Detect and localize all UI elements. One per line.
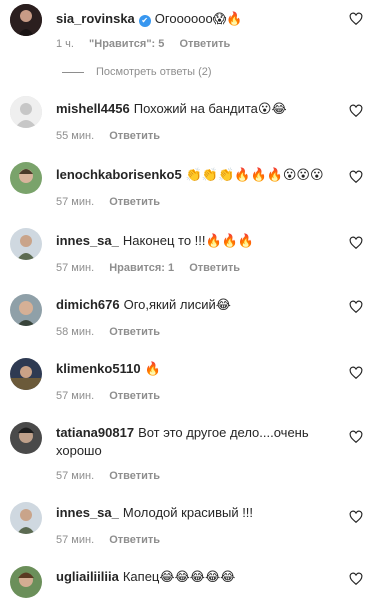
avatar[interactable] (10, 4, 42, 36)
reply-button[interactable]: Ответить (109, 534, 160, 546)
reply-button[interactable]: Ответить (109, 326, 160, 338)
comment-emoji: 🔥 (144, 362, 161, 377)
view-replies-link[interactable]: Посмотреть ответы (2) (62, 66, 212, 78)
comment-emoji: 😂 (215, 298, 231, 313)
comment-time: 55 мин. (56, 130, 95, 142)
view-replies-label: Посмотреть ответы (2) (96, 66, 212, 78)
reply-button[interactable]: Ответить (109, 390, 160, 402)
avatar[interactable] (10, 422, 42, 454)
comment-time: 1 ч. (56, 38, 74, 50)
comment-emoji: 👏👏👏🔥🔥🔥😮😮😮 (185, 168, 324, 183)
comment-meta: 1 ч. "Нравится": 5 Ответить (56, 38, 242, 50)
comment-meta: 55 мин. Ответить (56, 130, 172, 142)
comment-username[interactable]: innes_sa_ (56, 505, 119, 520)
comment-meta: 57 мин. Ответить (56, 390, 172, 402)
heart-outline-icon[interactable] (349, 572, 363, 586)
likes-count[interactable]: Нравится: 1 (109, 262, 174, 274)
comment-meta: 57 мин. Ответить (56, 470, 172, 482)
likes-count[interactable]: "Нравится": 5 (89, 38, 164, 50)
heart-outline-icon[interactable] (349, 430, 363, 444)
avatar[interactable] (10, 162, 42, 194)
comment-username[interactable]: mishell4456 (56, 101, 130, 116)
reply-button[interactable]: Ответить (109, 130, 160, 142)
avatar[interactable] (10, 502, 42, 534)
heart-outline-icon[interactable] (349, 300, 363, 314)
heart-outline-icon[interactable] (349, 510, 363, 524)
comment-text: Похожий на бандита (133, 101, 258, 116)
avatar[interactable] (10, 96, 42, 128)
comment-emoji: 🔥🔥🔥 (205, 234, 255, 249)
reply-button[interactable]: Ответить (179, 38, 230, 50)
comment-emoji: 😮😂 (257, 102, 287, 117)
comment-meta: 58 мин. Ответить (56, 326, 172, 338)
comment-text: Огоооооо (154, 11, 213, 26)
comment-emoji: 😱🔥 (212, 12, 243, 27)
heart-outline-icon[interactable] (349, 236, 363, 250)
comment-username[interactable]: dimich676 (56, 297, 120, 312)
reply-button[interactable]: Ответить (109, 196, 160, 208)
comment-username[interactable]: lenochkaborisenko5 (56, 167, 182, 182)
comment-username[interactable]: ugliailiiliia (56, 569, 119, 584)
comment-username[interactable]: sia_rovinska (56, 11, 135, 26)
heart-outline-icon[interactable] (349, 170, 363, 184)
comment-time: 57 мин. (56, 470, 95, 482)
comment-time: 57 мин. (56, 534, 95, 546)
comment-time: 57 мин. (56, 262, 95, 274)
comment-time: 57 мин. (56, 196, 95, 208)
comment-text: Молодой красивый !!! (122, 505, 254, 520)
comment-emoji: 😂😂😂😂😂 (159, 570, 236, 585)
heart-outline-icon[interactable] (349, 366, 363, 380)
heart-outline-icon[interactable] (349, 104, 363, 118)
verified-badge-icon: ✔ (138, 15, 151, 27)
comment-time: 58 мин. (56, 326, 95, 338)
reply-button[interactable]: Ответить (109, 470, 160, 482)
avatar[interactable] (10, 358, 42, 390)
avatar[interactable] (10, 294, 42, 326)
comment-username[interactable]: tatiana90817 (56, 425, 134, 440)
reply-button[interactable]: Ответить (189, 262, 240, 274)
comment-meta: 57 мин. Ответить (56, 534, 172, 546)
divider (62, 71, 84, 73)
heart-outline-icon[interactable] (349, 12, 363, 26)
comment-text: Наконец то !!! (122, 233, 206, 248)
avatar[interactable] (10, 228, 42, 260)
comment-text: Ого,який лисий (123, 297, 216, 312)
comment-time: 57 мин. (56, 390, 95, 402)
comment-meta: 57 мин. Нравится: 1 Ответить (56, 262, 252, 274)
comment-username[interactable]: klimenko5110 (56, 361, 141, 376)
avatar[interactable] (10, 566, 42, 598)
comment-meta: 57 мин. Ответить (56, 196, 172, 208)
comment-text: Капец (122, 569, 160, 584)
comment-username[interactable]: innes_sa_ (56, 233, 119, 248)
